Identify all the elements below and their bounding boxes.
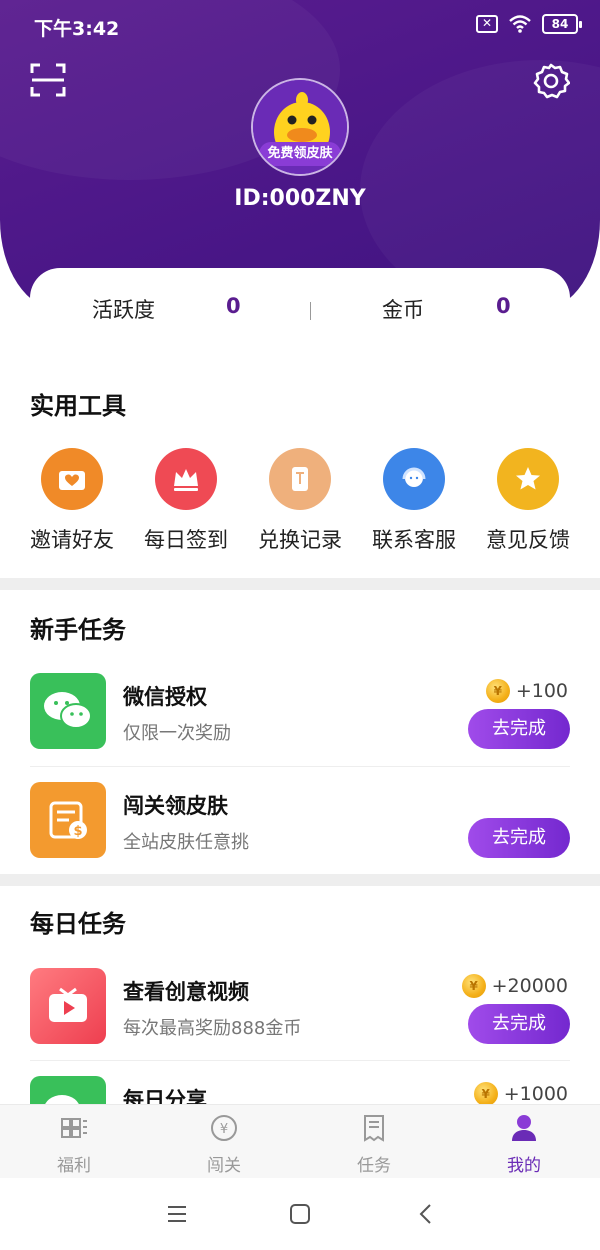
- task-level-skin: $ 闯关领皮肤 全站皮肤任意挑 去完成: [30, 782, 570, 872]
- task-reward: ¥ +100: [485, 679, 568, 703]
- task-list-icon: [364, 1115, 384, 1142]
- reward-amount: +1000: [503, 1083, 568, 1104]
- svg-text:¥: ¥: [220, 1122, 228, 1137]
- system-nav-bar: [0, 1178, 600, 1250]
- complete-button[interactable]: 去完成: [468, 1004, 570, 1044]
- nav-item-mine[interactable]: 我的: [479, 1113, 569, 1176]
- tool-label: 意见反馈: [486, 528, 570, 552]
- reward-amount: +100: [515, 680, 568, 702]
- user-id: ID:000ZNY: [234, 186, 366, 211]
- tool-redeem-records[interactable]: 兑换记录: [245, 448, 355, 554]
- scan-icon[interactable]: [30, 62, 66, 98]
- nav-label: 闯关: [207, 1156, 241, 1176]
- nav-label: 任务: [357, 1156, 391, 1176]
- section-separator: [0, 578, 600, 590]
- gift-grid-icon: [61, 1118, 87, 1138]
- nav-item-tasks[interactable]: 任务: [329, 1113, 419, 1176]
- crown-checkin-icon: [155, 448, 217, 510]
- coin-bill-icon: $: [30, 782, 106, 858]
- nav-item-welfare[interactable]: 福利: [29, 1113, 119, 1176]
- nav-item-levels[interactable]: ¥ 闯关: [179, 1113, 269, 1176]
- tool-label: 联系客服: [372, 528, 456, 552]
- yuan-coin-icon: ¥: [211, 1115, 237, 1141]
- coins-value: 0: [496, 294, 511, 318]
- wechat-icon: [30, 1076, 106, 1104]
- menu-icon[interactable]: [166, 1204, 188, 1224]
- task-desc: 全站皮肤任意挑: [123, 832, 249, 853]
- video-play-icon: [30, 968, 106, 1044]
- task-title: 闯关领皮肤: [123, 794, 228, 818]
- battery-indicator: 84: [542, 14, 582, 34]
- bottom-nav: 福利 ¥ 闯关 任务 我的: [0, 1104, 600, 1178]
- star-feedback-icon: [497, 448, 559, 510]
- stats-card: 活跃度 0 金币 0: [30, 268, 570, 352]
- home-icon[interactable]: [289, 1203, 311, 1225]
- task-reward: ¥ +20000: [461, 974, 568, 998]
- task-wechat-auth: 微信授权 仅限一次奖励 ¥ +100 去完成: [30, 673, 570, 763]
- reward-amount: +20000: [491, 975, 568, 997]
- status-bar: 下午3:42 ✕ 84: [0, 0, 600, 52]
- tool-label: 每日签到: [144, 528, 228, 552]
- status-time: 下午3:42: [34, 18, 120, 40]
- wechat-icon: [30, 673, 106, 749]
- tool-daily-checkin[interactable]: 每日签到: [131, 448, 241, 554]
- no-sim-icon: ✕: [476, 15, 498, 33]
- task-desc: 仅限一次奖励: [123, 723, 231, 744]
- nav-label: 我的: [507, 1156, 541, 1176]
- task-title: 微信授权: [123, 685, 207, 709]
- daily-section-title: 每日任务: [30, 910, 126, 938]
- newbie-section-title: 新手任务: [30, 616, 126, 644]
- tool-feedback[interactable]: 意见反馈: [473, 448, 583, 554]
- tool-label: 兑换记录: [258, 528, 342, 552]
- profile-page: 下午3:42 ✕ 84 免费领皮肤 ID:000ZNY 活跃度 0 金币 0 实…: [0, 0, 600, 1250]
- back-icon[interactable]: [418, 1203, 434, 1225]
- task-reward: ¥ +1000: [473, 1082, 568, 1104]
- ticket-record-icon: [269, 448, 331, 510]
- task-title: 每日分享: [123, 1088, 207, 1104]
- coin-icon: ¥: [461, 974, 486, 998]
- tool-label: 邀请好友: [30, 528, 114, 552]
- free-skin-tag: 免费领皮肤: [259, 142, 341, 166]
- coin-icon: ¥: [485, 679, 510, 703]
- tool-invite-friends[interactable]: 邀请好友: [17, 448, 127, 554]
- coin-icon: ¥: [473, 1082, 498, 1104]
- stats-divider: [310, 302, 311, 320]
- profile-icon: [512, 1115, 536, 1141]
- task-title: 查看创意视频: [123, 980, 249, 1004]
- tools-section-title: 实用工具: [30, 392, 126, 420]
- task-daily-share: 每日分享 ¥ +1000: [30, 1076, 570, 1104]
- task-watch-video: 查看创意视频 每次最高奖励888金币 ¥ +20000 去完成: [30, 968, 570, 1058]
- avatar[interactable]: 免费领皮肤: [251, 78, 349, 176]
- nav-label: 福利: [57, 1156, 91, 1176]
- wifi-icon: [509, 15, 531, 33]
- task-desc: 每次最高奖励888金币: [123, 1018, 302, 1039]
- activity-label: 活跃度: [92, 298, 155, 322]
- complete-button[interactable]: 去完成: [468, 818, 570, 858]
- task-divider: [30, 766, 570, 767]
- activity-value: 0: [226, 294, 241, 318]
- invite-envelope-icon: [41, 448, 103, 510]
- coins-label: 金币: [382, 298, 424, 322]
- tool-contact-service[interactable]: 联系客服: [359, 448, 469, 554]
- svg-text:$: $: [73, 824, 82, 839]
- settings-gear-icon[interactable]: [532, 62, 570, 100]
- section-separator: [0, 874, 600, 886]
- task-divider: [30, 1060, 570, 1061]
- complete-button[interactable]: 去完成: [468, 709, 570, 749]
- customer-service-icon: [383, 448, 445, 510]
